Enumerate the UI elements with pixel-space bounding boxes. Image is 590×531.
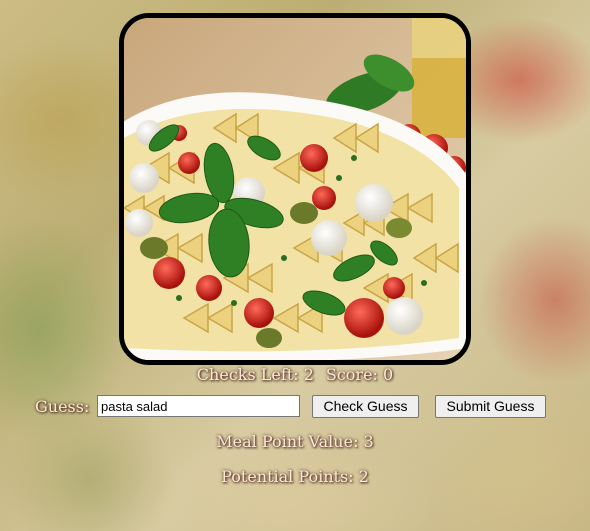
score-text: Score: 0 bbox=[325, 365, 394, 384]
meal-photo bbox=[119, 13, 471, 365]
guess-form: Guess: Check Guess Submit Guess bbox=[0, 395, 590, 419]
checks-left-text: Checks Left: 2 bbox=[196, 365, 314, 384]
guess-input[interactable] bbox=[97, 395, 300, 417]
submit-guess-button[interactable]: Submit Guess bbox=[435, 395, 546, 418]
potential-points: Potential Points: 2 bbox=[221, 467, 369, 486]
guess-label: Guess: bbox=[35, 397, 90, 416]
check-guess-button[interactable]: Check Guess bbox=[312, 395, 419, 418]
checks-score-line: Checks Left: 2 Score: 0 bbox=[0, 365, 590, 384]
meal-point-value: Meal Point Value: 3 bbox=[216, 432, 374, 451]
pasta-salad-image bbox=[124, 18, 466, 360]
